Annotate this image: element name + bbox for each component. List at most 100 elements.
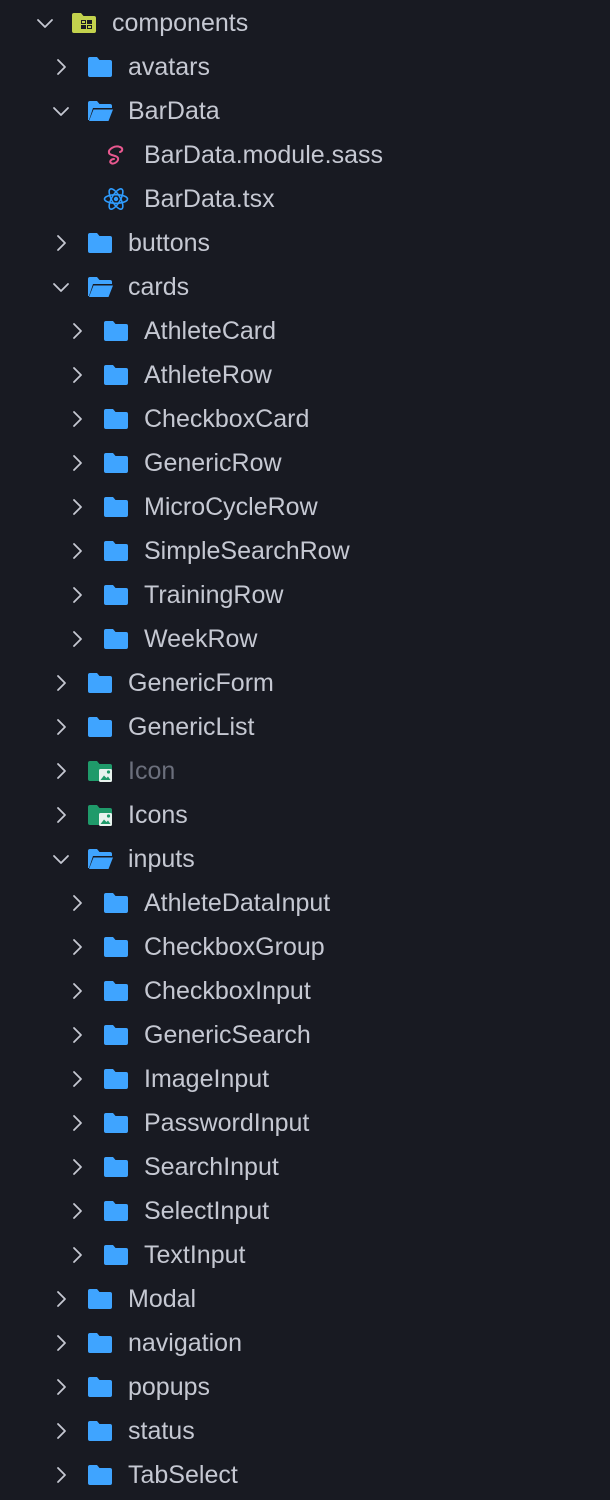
- tree-item-label: BarData: [128, 97, 220, 125]
- file-item-bardata-tsx[interactable]: BarData.tsx: [0, 177, 610, 221]
- folder-icon: [102, 1199, 130, 1223]
- folder-item-passwordinput[interactable]: PasswordInput: [0, 1101, 610, 1145]
- folder-item-checkboxcard[interactable]: CheckboxCard: [0, 397, 610, 441]
- sass-file-icon: [102, 143, 130, 167]
- folder-item-icons[interactable]: Icons: [0, 793, 610, 837]
- folder-icon: [86, 231, 114, 255]
- folder-item-bardata[interactable]: BarData: [0, 89, 610, 133]
- tree-item-label: TextInput: [144, 1241, 246, 1269]
- tree-item-label: CheckboxInput: [144, 977, 311, 1005]
- folder-item-genericlist[interactable]: GenericList: [0, 705, 610, 749]
- chevron-right-icon[interactable]: [67, 585, 87, 605]
- chevron-right-icon[interactable]: [51, 1377, 71, 1397]
- chevron-down-icon[interactable]: [35, 13, 55, 33]
- folder-icon: [102, 319, 130, 343]
- image-folder-icon: [86, 759, 114, 783]
- folder-item-athletecard[interactable]: AthleteCard: [0, 309, 610, 353]
- chevron-right-icon[interactable]: [51, 805, 71, 825]
- chevron-down-icon[interactable]: [51, 849, 71, 869]
- chevron-right-icon[interactable]: [51, 1465, 71, 1485]
- chevron-right-icon[interactable]: [51, 1333, 71, 1353]
- react-file-icon: [102, 187, 130, 211]
- tree-item-label: AthleteDataInput: [144, 889, 331, 917]
- folder-item-checkboxgroup[interactable]: CheckboxGroup: [0, 925, 610, 969]
- chevron-right-icon[interactable]: [51, 57, 71, 77]
- chevron-right-icon[interactable]: [67, 893, 87, 913]
- folder-item-avatars[interactable]: avatars: [0, 45, 610, 89]
- folder-item-popups[interactable]: popups: [0, 1365, 610, 1409]
- folder-icon: [102, 407, 130, 431]
- folder-icon: [102, 451, 130, 475]
- tree-item-label: CheckboxCard: [144, 405, 310, 433]
- chevron-right-icon[interactable]: [67, 321, 87, 341]
- folder-item-navigation[interactable]: navigation: [0, 1321, 610, 1365]
- folder-item-genericform[interactable]: GenericForm: [0, 661, 610, 705]
- folder-icon: [102, 979, 130, 1003]
- chevron-right-icon[interactable]: [67, 629, 87, 649]
- chevron-down-icon[interactable]: [51, 101, 71, 121]
- folder-item-buttons[interactable]: buttons: [0, 221, 610, 265]
- chevron-right-icon[interactable]: [67, 1245, 87, 1265]
- folder-item-icon[interactable]: Icon: [0, 749, 610, 793]
- folder-item-textinput[interactable]: TextInput: [0, 1233, 610, 1277]
- tree-item-label: avatars: [128, 53, 210, 81]
- tree-item-label: AthleteRow: [144, 361, 272, 389]
- chevron-right-icon[interactable]: [67, 365, 87, 385]
- chevron-right-icon[interactable]: [51, 761, 71, 781]
- folder-item-searchinput[interactable]: SearchInput: [0, 1145, 610, 1189]
- tree-item-label: ImageInput: [144, 1065, 270, 1093]
- tree-item-label: inputs: [128, 845, 195, 873]
- folder-icon: [102, 935, 130, 959]
- tree-item-label: Icons: [128, 801, 188, 829]
- folder-item-genericsearch[interactable]: GenericSearch: [0, 1013, 610, 1057]
- chevron-right-icon[interactable]: [67, 1157, 87, 1177]
- file-item-bardata-module-sass[interactable]: BarData.module.sass: [0, 133, 610, 177]
- folder-item-trainingrow[interactable]: TrainingRow: [0, 573, 610, 617]
- folder-item-athletedatainput[interactable]: AthleteDataInput: [0, 881, 610, 925]
- folder-icon: [102, 1023, 130, 1047]
- chevron-right-icon[interactable]: [67, 409, 87, 429]
- chevron-right-icon[interactable]: [51, 1289, 71, 1309]
- folder-icon: [86, 715, 114, 739]
- folder-icon: [86, 1419, 114, 1443]
- folder-item-tabselect[interactable]: TabSelect: [0, 1453, 610, 1497]
- chevron-right-icon[interactable]: [67, 1069, 87, 1089]
- chevron-right-icon[interactable]: [67, 1025, 87, 1045]
- folder-item-status[interactable]: status: [0, 1409, 610, 1453]
- folder-item-athleterow[interactable]: AthleteRow: [0, 353, 610, 397]
- folder-item-components[interactable]: components: [0, 1, 610, 45]
- chevron-down-icon[interactable]: [51, 277, 71, 297]
- folder-icon: [102, 1243, 130, 1267]
- chevron-right-icon[interactable]: [67, 981, 87, 1001]
- chevron-right-icon[interactable]: [67, 937, 87, 957]
- folder-item-cards[interactable]: cards: [0, 265, 610, 309]
- tree-item-label: SearchInput: [144, 1153, 279, 1181]
- tree-item-label: PasswordInput: [144, 1109, 310, 1137]
- chevron-right-icon[interactable]: [51, 1421, 71, 1441]
- chevron-right-icon[interactable]: [67, 541, 87, 561]
- chevron-right-icon[interactable]: [51, 233, 71, 253]
- folder-item-microcyclerow[interactable]: MicroCycleRow: [0, 485, 610, 529]
- folder-item-selectinput[interactable]: SelectInput: [0, 1189, 610, 1233]
- folder-item-simplesearchrow[interactable]: SimpleSearchRow: [0, 529, 610, 573]
- folder-item-checkboxinput[interactable]: CheckboxInput: [0, 969, 610, 1013]
- folder-item-modal[interactable]: Modal: [0, 1277, 610, 1321]
- chevron-right-icon[interactable]: [67, 1201, 87, 1221]
- folder-icon: [86, 55, 114, 79]
- folder-item-inputs[interactable]: inputs: [0, 837, 610, 881]
- folder-item-weekrow[interactable]: WeekRow: [0, 617, 610, 661]
- folder-icon: [102, 891, 130, 915]
- folder-icon: [102, 1155, 130, 1179]
- tree-item-label: Icon: [128, 757, 176, 785]
- chevron-right-icon[interactable]: [67, 497, 87, 517]
- chevron-right-icon[interactable]: [51, 717, 71, 737]
- chevron-right-icon[interactable]: [67, 1113, 87, 1133]
- folder-item-imageinput[interactable]: ImageInput: [0, 1057, 610, 1101]
- chevron-right-icon[interactable]: [67, 453, 87, 473]
- folder-icon: [86, 1287, 114, 1311]
- folder-item-genericrow[interactable]: GenericRow: [0, 441, 610, 485]
- folder-icon: [102, 1067, 130, 1091]
- chevron-right-icon[interactable]: [51, 673, 71, 693]
- folder-open-icon: [86, 99, 114, 123]
- tree-item-label: cards: [128, 273, 190, 301]
